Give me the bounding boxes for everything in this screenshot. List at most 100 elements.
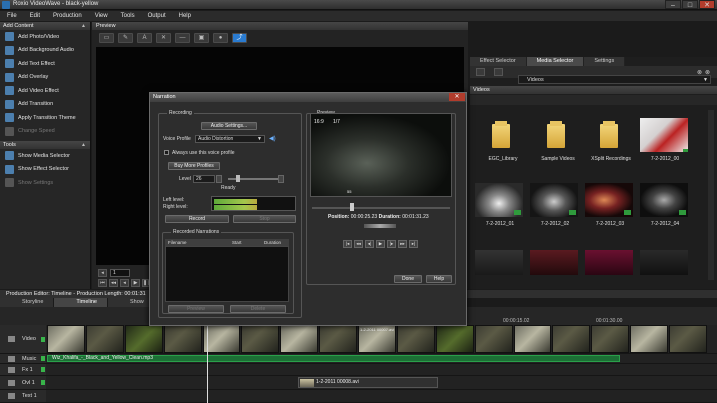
slider-max-icon[interactable]	[278, 175, 284, 183]
video-clip[interactable]	[396, 325, 435, 353]
add-text-effect[interactable]: Add Text Effect	[0, 57, 90, 71]
prev-frame-icon[interactable]: ◂	[120, 279, 129, 287]
video-thumbnail[interactable]	[475, 250, 523, 275]
voice-profile-select[interactable]: Audio Distortion ▼	[195, 135, 265, 143]
media-item-xsplit-recordings[interactable]: XSplit Recordings	[586, 118, 636, 162]
always-use-checkbox[interactable]	[164, 150, 169, 155]
column-start[interactable]: Start	[229, 239, 261, 246]
video-clip[interactable]	[241, 325, 280, 353]
tab-media-selector[interactable]: Media Selector	[526, 57, 585, 66]
add-content-header[interactable]: Add Content ▲	[0, 22, 90, 30]
audio-settings-button[interactable]: Audio Settings...	[201, 122, 257, 130]
close-icon[interactable]: ✕	[699, 0, 715, 9]
play-icon[interactable]: ▶	[131, 279, 140, 287]
prev-frame-icon[interactable]: ◂|	[365, 240, 374, 248]
lock-icon[interactable]	[41, 367, 45, 372]
collapse-icon[interactable]: ▲	[81, 22, 86, 30]
media-item-7-2-2012-03[interactable]: 7-2-2012_03	[585, 183, 635, 227]
share-tool-icon[interactable]: ⤴	[232, 33, 247, 43]
tab-show[interactable]: Show	[108, 298, 155, 307]
lock-icon[interactable]	[41, 356, 45, 361]
video-clip[interactable]	[552, 325, 591, 353]
column-filename[interactable]: Filename	[165, 239, 229, 246]
tools-header[interactable]: Tools ▲	[0, 141, 90, 149]
rewind-icon[interactable]: ◂◂	[109, 279, 118, 287]
go-start-icon[interactable]: |◂	[343, 240, 352, 248]
add-transition[interactable]: Add Transition	[0, 98, 90, 112]
apply-transition-theme[interactable]: Apply Transition Theme	[0, 111, 90, 125]
video-clip[interactable]	[85, 325, 124, 353]
show-effect-selector[interactable]: Show Effect Selector	[0, 163, 90, 177]
seek-thumb[interactable]	[350, 203, 354, 211]
narrations-list[interactable]	[165, 246, 289, 302]
go-start-icon[interactable]: ⏮	[98, 279, 107, 287]
text-tool-icon[interactable]: A	[137, 33, 152, 43]
done-button[interactable]: Done	[394, 275, 422, 283]
media-item-7-2-2012-01[interactable]: 7-2-2012_01	[475, 183, 525, 227]
video-clip[interactable]	[630, 325, 668, 353]
cut-tool-icon[interactable]: ✕	[156, 33, 171, 43]
video-clip[interactable]	[202, 325, 241, 353]
add-overlay[interactable]: Add Overlay	[0, 71, 90, 85]
media-item-7-2-2012-04[interactable]: 7-2-2012_04	[640, 183, 690, 227]
overlay-clip[interactable]: 1-2-2011 00008.avi	[298, 377, 438, 388]
video-clip[interactable]	[163, 325, 202, 353]
tab-timeline[interactable]: Timeline	[54, 298, 108, 307]
video-clip[interactable]	[435, 325, 474, 353]
help-button[interactable]: Help	[426, 275, 452, 283]
pen-tool-icon[interactable]: ✎	[118, 33, 133, 43]
go-end-icon[interactable]: ▸|	[409, 240, 418, 248]
add-video-effect[interactable]: Add Video Effect	[0, 84, 90, 98]
menu-output[interactable]: Output	[148, 13, 166, 19]
close-icon[interactable]: ✕	[449, 93, 465, 101]
menu-view[interactable]: View	[95, 13, 108, 19]
video-clip[interactable]	[280, 325, 319, 353]
frame-field[interactable]: 1	[110, 269, 130, 277]
menu-help[interactable]: Help	[179, 13, 191, 19]
tab-storyline[interactable]: Storyline	[0, 298, 55, 307]
video-clip[interactable]	[669, 325, 707, 353]
show-media-selector[interactable]: Show Media Selector	[0, 149, 90, 163]
collapse-icon[interactable]: ▲	[81, 141, 86, 149]
level-spinner[interactable]	[216, 175, 222, 183]
fast-forward-icon[interactable]: ▸▸	[398, 240, 407, 248]
video-clip[interactable]: 1-2-2011 00007.avi	[358, 325, 396, 353]
menu-tools[interactable]: Tools	[121, 13, 135, 19]
record-button[interactable]: Record	[165, 215, 229, 223]
computer-icon[interactable]	[476, 68, 485, 76]
jog-wheel[interactable]	[364, 224, 396, 228]
video-thumbnail[interactable]	[530, 250, 578, 275]
folder-icon[interactable]	[494, 68, 503, 76]
video-clip[interactable]	[319, 325, 357, 353]
maximize-icon[interactable]: □	[682, 0, 698, 9]
location-select[interactable]: Videos ▼	[518, 75, 711, 84]
media-item-egc-library[interactable]: EGC_Library	[478, 118, 528, 162]
frame-back-icon[interactable]: ◂	[98, 269, 107, 277]
split-tool-icon[interactable]: —	[175, 33, 190, 43]
video-clip[interactable]	[47, 325, 85, 353]
select-tool-icon[interactable]: ▭	[99, 33, 114, 43]
next-frame-icon[interactable]: |▸	[387, 240, 396, 248]
lock-icon[interactable]	[41, 336, 45, 342]
video-clip[interactable]	[124, 325, 163, 353]
seek-bar[interactable]	[312, 207, 450, 209]
media-scrollbar[interactable]	[708, 110, 714, 280]
rewind-icon[interactable]: ◂◂	[354, 240, 363, 248]
slider-thumb[interactable]	[236, 175, 240, 182]
tab-effect-selector[interactable]: Effect Selector	[470, 57, 527, 66]
video-clip[interactable]	[474, 325, 513, 353]
column-duration[interactable]: Duration	[261, 239, 289, 246]
video-clip[interactable]	[513, 325, 552, 353]
music-clip[interactable]: Wiz_Khalifa_-_Black_and_Yellow_Clean.mp3	[47, 355, 620, 362]
video-thumbnail[interactable]	[640, 250, 688, 275]
media-item-7-2-2012-00[interactable]: 7-2-2012_00	[640, 118, 690, 162]
lock-icon[interactable]	[41, 380, 45, 385]
add-photo-video[interactable]: Add Photo/Video	[0, 30, 90, 44]
media-item-7-2-2012-02[interactable]: 7-2-2012_02	[530, 183, 580, 227]
video-clip[interactable]	[591, 325, 630, 353]
crop-tool-icon[interactable]: ▣	[194, 33, 209, 43]
menu-production[interactable]: Production	[53, 13, 82, 19]
add-background-audio[interactable]: Add Background Audio	[0, 44, 90, 58]
buy-more-profiles-button[interactable]: Buy More Profiles	[168, 162, 220, 170]
tab-settings[interactable]: Settings	[584, 57, 626, 66]
